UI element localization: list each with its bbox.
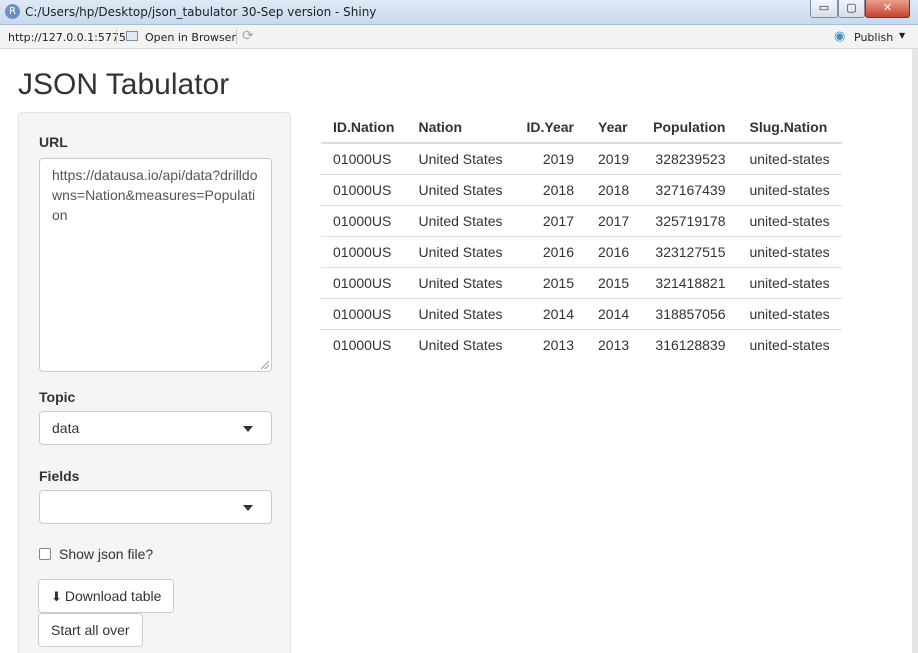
table-row: 01000US United States 2015 2015 321418821 uni… — [321, 266, 842, 298]
table-row: 01000US United States 2013 2013 316128839 uni… — [321, 328, 842, 360]
show-json-label[interactable]: Show json file? — [59, 546, 153, 562]
table-cell: 2014 — [514, 297, 586, 329]
download-icon: ⬇ — [51, 589, 62, 604]
table-cell: 316128839 — [641, 328, 738, 360]
fields-label: Fields — [39, 468, 80, 484]
table-cell: 2018 — [514, 173, 586, 205]
column-header: Slug.Nation — [737, 112, 842, 144]
fields-select[interactable] — [39, 490, 272, 524]
table-cell: 328239523 — [641, 142, 738, 174]
table-cell: United States — [406, 235, 515, 267]
table-cell: united-states — [737, 173, 842, 205]
table-cell: united-states — [737, 297, 842, 329]
close-icon: ✕ — [882, 1, 893, 14]
data-table: ID.Nation Nation ID.Year Year Population… — [321, 112, 842, 360]
table-cell: 2013 — [586, 328, 642, 360]
table-cell: 2016 — [514, 235, 586, 267]
table-cell: 323127515 — [641, 235, 738, 267]
table-cell: united-states — [737, 328, 842, 360]
topic-label: Topic — [39, 389, 76, 405]
table-cell: 01000US — [321, 297, 407, 329]
open-in-browser-button[interactable]: Open in Browser — [145, 31, 236, 44]
table-cell: united-states — [737, 204, 842, 236]
table-row: 01000US United States 2016 2016 323127515 uni… — [321, 235, 842, 267]
table-cell: united-states — [737, 266, 842, 298]
refresh-icon[interactable]: ⟳ — [242, 28, 254, 44]
table-cell: 2015 — [514, 266, 586, 298]
close-button[interactable]: ✕ — [865, 0, 910, 18]
sidebar-panel: URL https://datausa.io/api/data?drilldow… — [18, 112, 291, 653]
table-cell: united-states — [737, 142, 842, 174]
page-title: JSON Tabulator — [18, 68, 230, 101]
topic-select[interactable]: data — [39, 411, 272, 445]
table-cell: 2015 — [586, 266, 642, 298]
table-cell: 01000US — [321, 142, 407, 174]
column-header: Population — [641, 112, 738, 144]
publish-icon[interactable]: ◉ — [834, 29, 845, 44]
maximize-icon: ▢ — [846, 1, 857, 14]
chevron-down-icon — [243, 426, 253, 432]
download-table-label: Download table — [64, 588, 162, 604]
table-cell: 2019 — [514, 142, 586, 174]
table-row: 01000US United States 2019 2019 328239523 uni… — [321, 142, 842, 174]
resize-grip-icon[interactable] — [261, 361, 269, 369]
url-textarea[interactable]: https://datausa.io/api/data?drilldowns=N… — [39, 158, 272, 372]
caret-down-icon[interactable]: ▼ — [899, 31, 905, 40]
minimize-button[interactable]: ▭ — [810, 0, 838, 18]
address-url: http://127.0.0.1:5775 — [8, 31, 126, 44]
table-cell: 321418821 — [641, 266, 738, 298]
table-cell: United States — [406, 142, 515, 174]
table-row: 01000US United States 2018 2018 327167439 uni… — [321, 173, 842, 205]
table-cell: 325719178 — [641, 204, 738, 236]
table-row: 01000US United States 2017 2017 325719178 uni… — [321, 204, 842, 236]
url-label: URL — [39, 134, 68, 150]
column-header: ID.Nation — [321, 112, 407, 144]
table-cell: 2016 — [586, 235, 642, 267]
table-cell: 327167439 — [641, 173, 738, 205]
table-cell: 01000US — [321, 266, 407, 298]
table-cell: United States — [406, 204, 515, 236]
chevron-down-icon — [243, 505, 253, 511]
r-app-icon: R — [5, 4, 20, 19]
table-cell: 01000US — [321, 173, 407, 205]
viewer-toolbar: http://127.0.0.1:5775 Open in Browser ⟳ … — [0, 25, 918, 49]
table-cell: 2019 — [586, 142, 642, 174]
publish-button[interactable]: Publish — [854, 31, 893, 44]
window-title-bar: R C:/Users/hp/Desktop/json_tabulator 30-… — [0, 0, 918, 25]
window-title: C:/Users/hp/Desktop/json_tabulator 30-Se… — [25, 5, 377, 19]
download-table-button[interactable]: ⬇ Download table — [38, 579, 175, 613]
table-cell: 2013 — [514, 328, 586, 360]
table-cell: 01000US — [321, 328, 407, 360]
start-all-over-button[interactable]: Start all over — [38, 613, 143, 647]
table-cell: 318857056 — [641, 297, 738, 329]
show-json-checkbox[interactable] — [39, 548, 51, 560]
table-cell: United States — [406, 297, 515, 329]
table-header-row: ID.Nation Nation ID.Year Year Population… — [321, 112, 842, 144]
toolbar-divider — [116, 29, 117, 44]
column-header: Nation — [406, 112, 515, 144]
column-header: ID.Year — [514, 112, 586, 144]
table-cell: United States — [406, 173, 515, 205]
table-cell: united-states — [737, 235, 842, 267]
url-text: https://datausa.io/api/data?drilldowns=N… — [52, 167, 258, 223]
table-cell: 01000US — [321, 235, 407, 267]
toolbar-divider — [236, 29, 237, 44]
table-cell: 2017 — [514, 204, 586, 236]
topic-selected-value: data — [52, 420, 80, 436]
browser-icon[interactable] — [126, 31, 138, 41]
minimize-icon: ▭ — [818, 1, 830, 14]
table-cell: United States — [406, 328, 515, 360]
maximize-button[interactable]: ▢ — [838, 0, 865, 18]
table-cell: 2014 — [586, 297, 642, 329]
start-all-over-label: Start all over — [51, 622, 130, 638]
vertical-scrollbar[interactable] — [912, 49, 918, 653]
table-cell: United States — [406, 266, 515, 298]
table-cell: 01000US — [321, 204, 407, 236]
table-cell: 2017 — [586, 204, 642, 236]
table-row: 01000US United States 2014 2014 318857056 uni… — [321, 297, 842, 329]
column-header: Year — [586, 112, 642, 144]
table-cell: 2018 — [586, 173, 642, 205]
